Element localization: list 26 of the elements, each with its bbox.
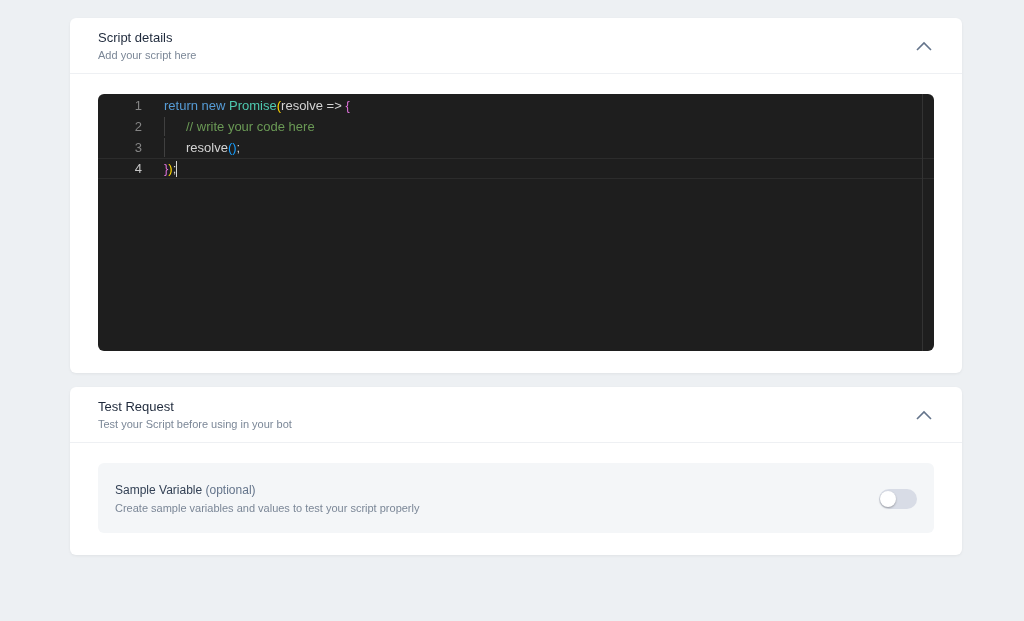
code-token: () bbox=[227, 140, 237, 155]
section-subtitle: Add your script here bbox=[98, 49, 197, 61]
setting-description: Create sample variables and values to test your script properly bbox=[115, 502, 420, 514]
code-token: { bbox=[345, 98, 350, 113]
code-token: ; bbox=[172, 161, 177, 176]
line-number: 2 bbox=[133, 119, 143, 134]
code-token: ( bbox=[276, 98, 282, 113]
code-editor[interactable]: 1 return new Promise(resolve => { 2 // write your code here 3 resolve(); 4 }); bbox=[98, 94, 934, 351]
toggle-switch[interactable] bbox=[879, 488, 917, 509]
code-token: resolve => bbox=[281, 98, 343, 113]
code-token: ) bbox=[168, 161, 173, 176]
line-number: 4 bbox=[133, 161, 143, 176]
setting-label: Sample Variable (optional) bbox=[115, 483, 257, 497]
code-token: Promise bbox=[229, 98, 277, 113]
section-title: Script details bbox=[98, 30, 174, 45]
section-subtitle: Test your Script before using in your bot bbox=[98, 418, 292, 430]
code-token: // write your code here bbox=[186, 119, 315, 134]
code-token: ; bbox=[236, 140, 241, 155]
code-token: resolve bbox=[186, 140, 228, 155]
collapse-chevron-icon[interactable] bbox=[916, 409, 932, 420]
line-number: 3 bbox=[133, 140, 143, 155]
code-token: } bbox=[164, 161, 169, 176]
line-number: 1 bbox=[133, 98, 143, 113]
code-token: return new bbox=[164, 98, 227, 113]
collapse-chevron-icon[interactable] bbox=[916, 40, 932, 51]
section-title: Test Request bbox=[98, 399, 175, 414]
